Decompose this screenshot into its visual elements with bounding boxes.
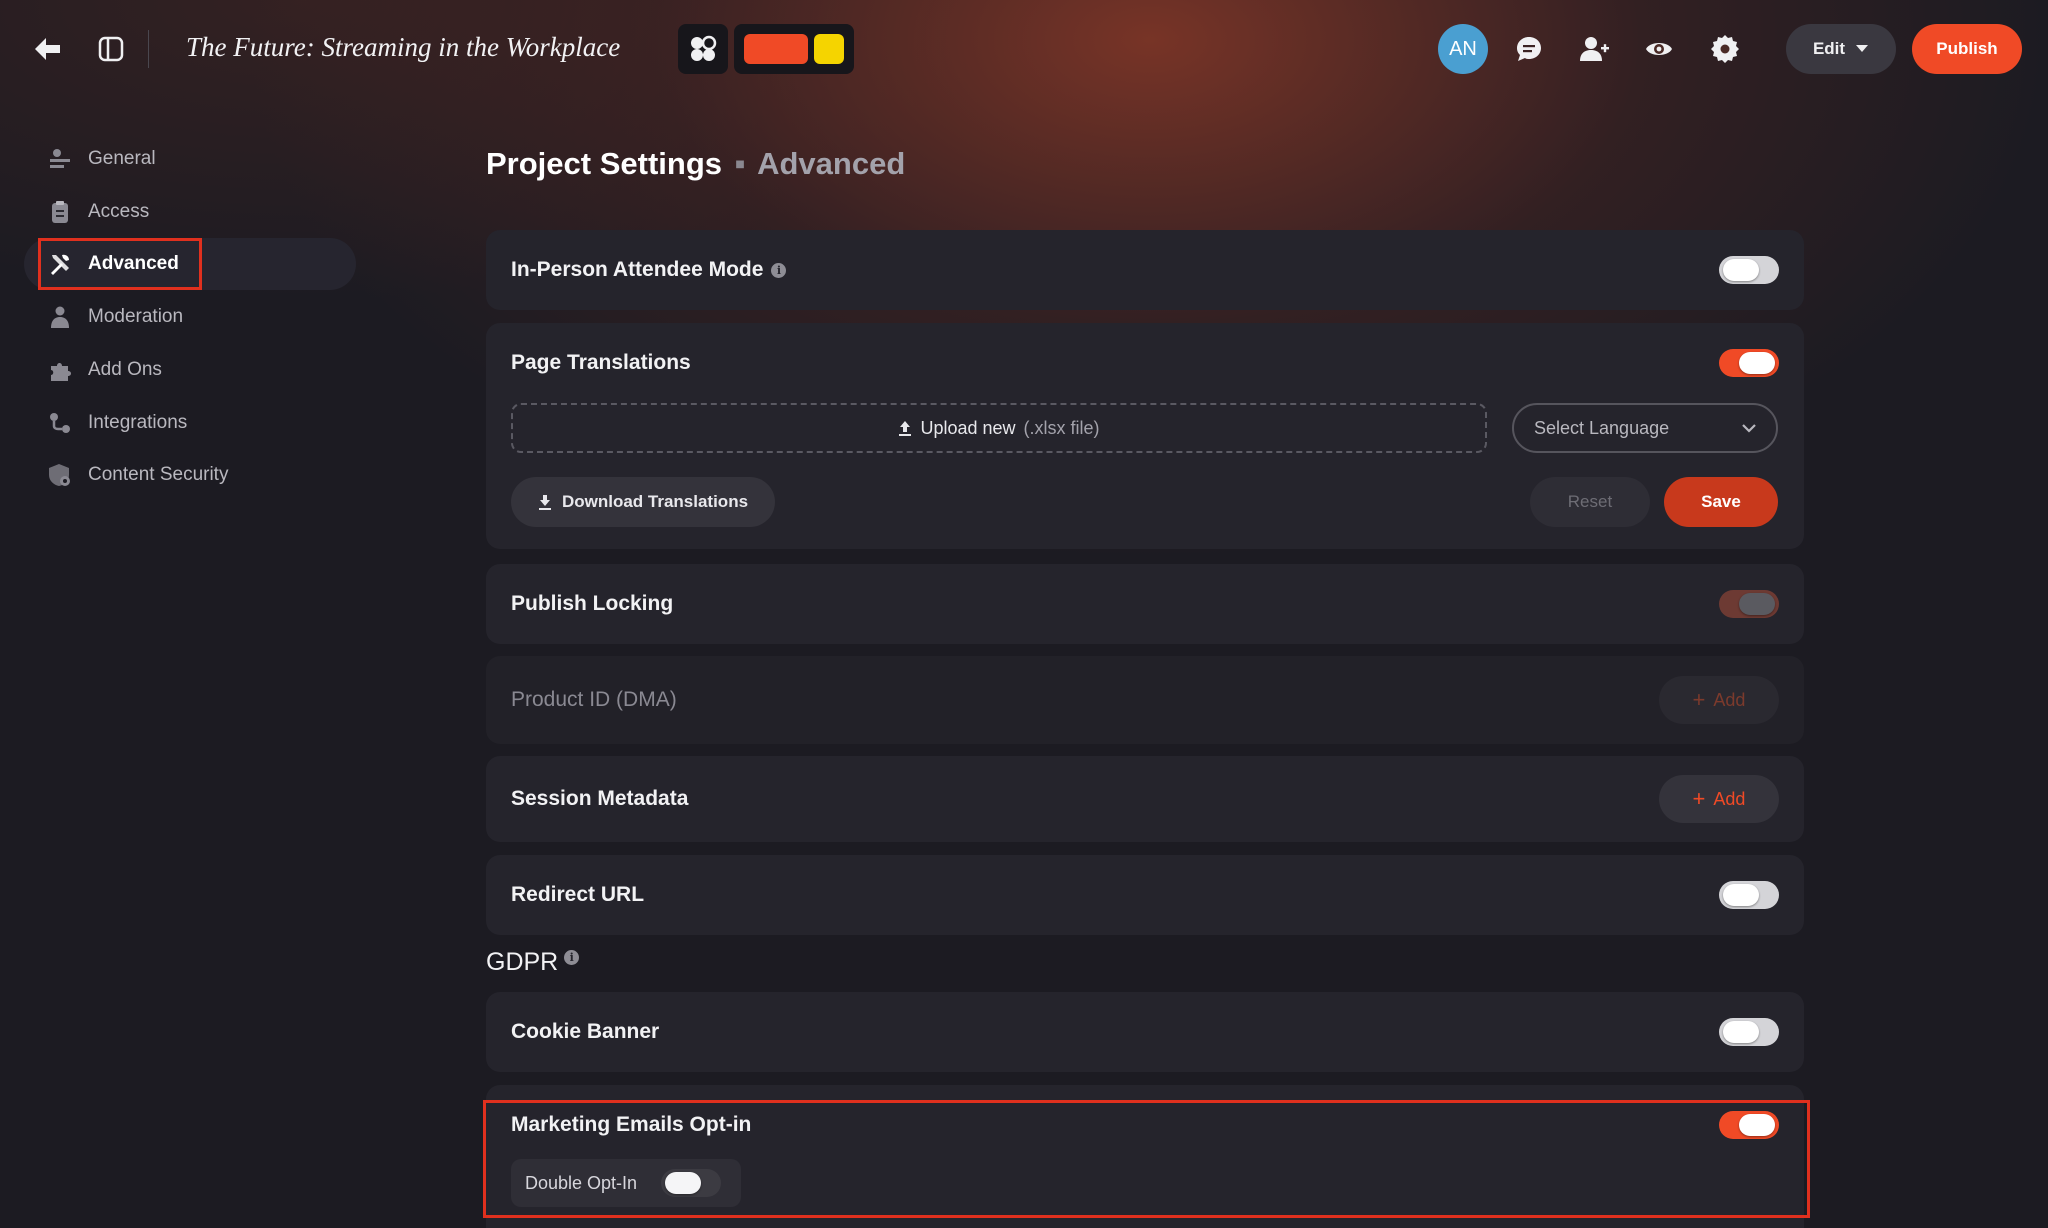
edit-mode-button[interactable]: Edit [1786,24,1896,74]
add-label: Add [1713,788,1746,809]
upload-translations-dropzone[interactable]: Upload new (.xlsx file) [511,403,1487,453]
sidebar-item-content-security[interactable]: Content Security [24,449,356,501]
upload-icon [899,421,912,436]
in-person-mode-label: In-Person Attendee Mode i [511,258,787,282]
link-nodes-icon [48,411,72,435]
settings-gear-icon[interactable] [1708,32,1742,66]
people-icon [48,305,72,329]
redirect-url-card: Redirect URL [486,855,1804,935]
page-title-separator: ▪ [734,146,746,181]
edit-label: Edit [1812,39,1846,58]
plus-icon: + [1692,687,1706,712]
clipboard-icon [48,200,72,224]
puzzle-icon [48,358,72,382]
user-avatar[interactable]: AN [1438,24,1488,74]
primary-color-swatch[interactable] [744,34,808,64]
upload-label: Upload new [920,417,1016,438]
redirect-url-label: Redirect URL [511,883,645,906]
plus-icon: + [1692,786,1706,811]
sidebar-item-label: General [88,148,156,169]
sidebar-item-moderation[interactable]: Moderation [24,291,356,343]
upload-hint: (.xlsx file) [1023,417,1100,438]
back-arrow-icon[interactable] [30,34,66,64]
chevron-down-icon [1856,45,1869,52]
session-metadata-add-button[interactable]: + Add [1659,775,1779,823]
chevron-down-icon [1742,424,1756,433]
add-user-icon[interactable] [1578,34,1610,64]
secondary-color-swatch[interactable] [814,34,844,64]
publish-locking-toggle [1719,590,1779,618]
reset-button[interactable]: Reset [1530,477,1650,527]
top-bar: The Future: Streaming in the Workplace A… [0,0,2048,98]
publish-button[interactable]: Publish [1912,24,2022,74]
download-icon [538,495,551,510]
highlight-box-advanced [38,238,202,290]
chat-icon[interactable] [1513,34,1545,64]
add-label: Add [1713,689,1746,710]
redirect-url-toggle[interactable] [1719,881,1779,909]
product-id-label: Product ID (DMA) [511,688,677,711]
sidebar-item-general[interactable]: General [24,133,356,185]
sidebar-item-add-ons[interactable]: Add Ons [24,344,356,396]
sidebar-item-label: Moderation [88,306,184,327]
in-person-mode-toggle[interactable] [1719,256,1779,284]
shield-gear-icon [48,463,72,487]
download-label: Download Translations [561,492,749,511]
info-icon[interactable]: i [771,262,787,278]
publish-locking-label: Publish Locking [511,592,674,615]
sidebar-item-label: Integrations [88,412,188,433]
cookie-banner-toggle[interactable] [1719,1018,1779,1046]
sidebar-item-label: Access [88,201,150,222]
theme-color-picker[interactable] [734,24,854,74]
sidebar-item-access[interactable]: Access [24,186,356,238]
sidebar-item-integrations[interactable]: Integrations [24,397,356,449]
layout-switcher[interactable] [678,24,728,74]
cookie-banner-label: Cookie Banner [511,1020,660,1043]
publish-locking-card: Publish Locking [486,564,1804,644]
product-id-card: Product ID (DMA) + Add [486,656,1804,744]
apps-grid-icon [691,35,717,61]
page-translations-toggle[interactable] [1719,349,1779,377]
preview-eye-icon[interactable] [1643,34,1675,64]
gdpr-section-title: GDPR i [486,948,580,977]
header-divider [148,30,149,68]
in-person-mode-card: In-Person Attendee Mode i [486,230,1804,310]
sliders-icon [48,147,72,171]
language-select[interactable]: Select Language [1512,403,1778,453]
sidebar-toggle-icon[interactable] [96,34,126,64]
gdpr-title-text: GDPR [486,948,559,976]
sidebar-item-label: Content Security [88,464,229,485]
language-select-value: Select Language [1534,417,1670,438]
highlight-box-marketing [483,1100,1810,1218]
page-title: Project Settings ▪ Advanced [486,146,905,182]
project-title[interactable]: The Future: Streaming in the Workplace [186,32,620,63]
product-id-add-button: + Add [1659,676,1779,724]
page-title-sub: Advanced [757,146,906,181]
page-title-main: Project Settings [486,146,722,181]
session-metadata-card: Session Metadata + Add [486,756,1804,842]
cookie-banner-card: Cookie Banner [486,992,1804,1072]
page-translations-card: Page Translations Upload new (.xlsx file… [486,323,1804,549]
session-metadata-label: Session Metadata [511,787,689,810]
download-translations-button[interactable]: Download Translations [511,477,775,527]
save-button[interactable]: Save [1664,477,1778,527]
page-translations-label: Page Translations [511,351,691,374]
in-person-mode-text: In-Person Attendee Mode [511,258,764,281]
info-icon[interactable]: i [564,950,580,965]
sidebar-item-label: Add Ons [88,359,162,380]
